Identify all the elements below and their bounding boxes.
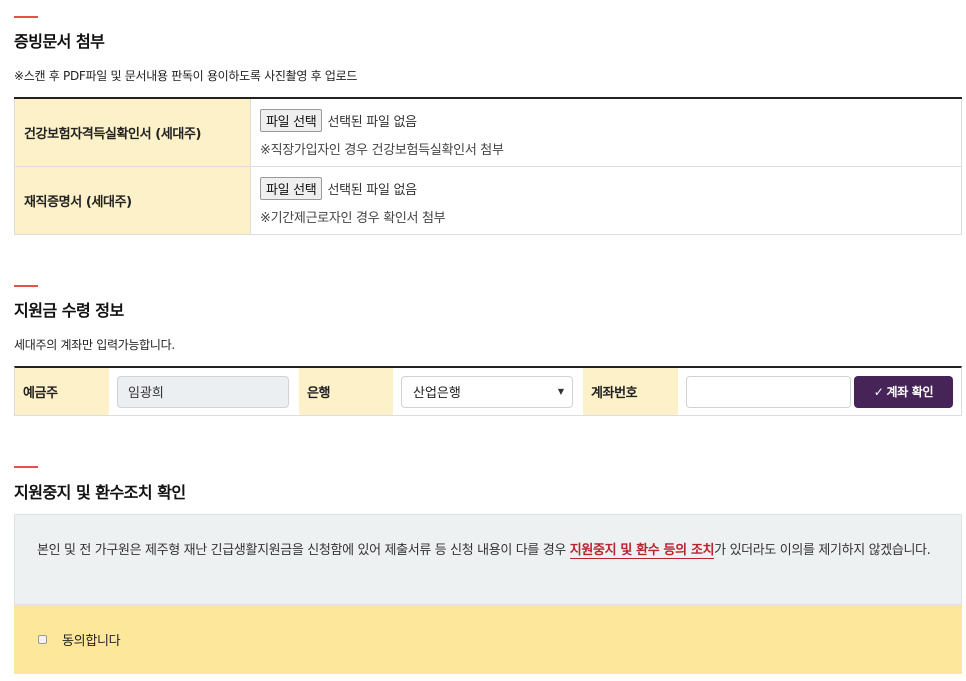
consent-notice: 본인 및 전 가구원은 제주형 재난 긴급생활지원금을 신청함에 있어 제출서류… — [14, 514, 962, 605]
file-status-text: 선택된 파일 없음 — [327, 183, 417, 198]
docs-row-label: 재직증명서 (세대주) — [14, 167, 251, 234]
docs-row-body: 파일 선택 선택된 파일 없음 ※기간제근로자인 경우 확인서 첨부 — [251, 167, 961, 234]
bank-select-value: 산업은행 — [413, 386, 461, 401]
account-number-label: 계좌번호 — [583, 368, 678, 415]
account-number-input[interactable] — [686, 375, 851, 408]
chevron-down-icon: ▼ — [557, 387, 564, 396]
file-input: 파일 선택 선택된 파일 없음 — [260, 177, 417, 200]
holder-label: 예금주 — [15, 368, 109, 415]
consent-text-after: 가 있더라도 이의를 제기하지 않겠습니다. — [714, 543, 931, 558]
holder-input[interactable]: 임광희 — [117, 375, 289, 408]
check-icon: ✓ — [873, 384, 884, 399]
section-accent-line — [14, 285, 38, 287]
docs-table: 건강보험자격득실확인서 (세대주) 파일 선택 선택된 파일 없음 ※직장가입자… — [14, 97, 962, 235]
docs-row-employment: 재직증명서 (세대주) 파일 선택 선택된 파일 없음 ※기간제근로자인 경우 … — [14, 167, 962, 235]
holder-cell: 임광희 — [109, 368, 299, 415]
consent-text-before: 본인 및 전 가구원은 제주형 재난 긴급생활지원금을 신청함에 있어 제출서류… — [37, 543, 570, 558]
docs-section-note: ※스캔 후 PDF파일 및 문서내용 판독이 용이하도록 사진촬영 후 업로드 — [14, 69, 358, 83]
account-form-row: 예금주 임광희 은행 산업은행 ▼ 계좌번호 ✓ 계좌 확인 — [14, 366, 962, 416]
account-section-note: 세대주의 계좌만 입력가능합니다. — [14, 338, 175, 352]
account-section-title: 지원금 수령 정보 — [14, 301, 124, 320]
file-status-text: 선택된 파일 없음 — [327, 115, 417, 130]
bank-cell: 산업은행 ▼ — [393, 368, 583, 415]
docs-section-title: 증빙문서 첨부 — [14, 32, 105, 51]
docs-row-health-insurance: 건강보험자격득실확인서 (세대주) 파일 선택 선택된 파일 없음 ※직장가입자… — [14, 99, 962, 167]
consent-section-title: 지원중지 및 환수조치 확인 — [14, 483, 186, 502]
consent-highlight: 지원중지 및 환수 등의 조치 — [569, 543, 715, 559]
section-accent-line — [14, 16, 38, 18]
verify-account-label: 계좌 확인 — [886, 385, 934, 399]
file-hint: ※직장가입자인 경우 건강보험득실확인서 첨부 — [260, 143, 504, 158]
file-hint: ※기간제근로자인 경우 확인서 첨부 — [260, 211, 446, 226]
agree-area: 동의합니다 — [14, 605, 962, 674]
verify-account-button[interactable]: ✓ 계좌 확인 — [854, 375, 953, 408]
agree-checkbox[interactable] — [38, 635, 47, 644]
file-input: 파일 선택 선택된 파일 없음 — [260, 109, 417, 132]
account-number-cell: ✓ 계좌 확인 — [678, 368, 961, 415]
docs-row-label: 건강보험자격득실확인서 (세대주) — [14, 99, 251, 166]
section-accent-line — [14, 466, 38, 468]
file-select-button[interactable]: 파일 선택 — [260, 109, 323, 132]
docs-row-body: 파일 선택 선택된 파일 없음 ※직장가입자인 경우 건강보험득실확인서 첨부 — [251, 99, 961, 166]
file-select-button[interactable]: 파일 선택 — [260, 177, 323, 200]
bank-select[interactable]: 산업은행 ▼ — [401, 375, 573, 408]
bank-label: 은행 — [299, 368, 393, 415]
agree-label[interactable]: 동의합니다 — [62, 630, 121, 649]
